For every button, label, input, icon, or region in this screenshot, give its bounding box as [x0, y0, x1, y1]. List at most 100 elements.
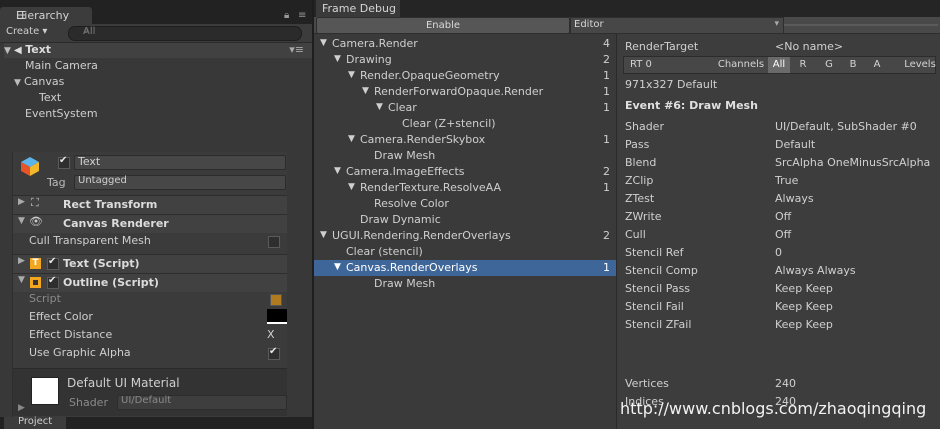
- scene-row[interactable]: ▼ ◀ Text ▾≡: [4, 43, 312, 58]
- event-row[interactable]: Draw Mesh: [314, 148, 616, 164]
- hierarchy-item-text[interactable]: Text: [39, 91, 61, 104]
- expand-arrow-icon[interactable]: ▼: [376, 102, 383, 112]
- hierarchy-tree: ▼ ◀ Text ▾≡ Main Camera ▼ Canvas Text Even…: [0, 43, 312, 129]
- hierarchy-item-main-camera[interactable]: Main Camera: [25, 59, 98, 72]
- rect-transform-icon: ⛶: [31, 196, 39, 209]
- expand-arrow-icon[interactable]: ▼: [334, 262, 341, 272]
- hierarchy-item-eventsystem[interactable]: EventSystem: [25, 107, 98, 120]
- active-checkbox[interactable]: [58, 155, 70, 169]
- foldout-arrow-icon[interactable]: ▼: [18, 216, 25, 226]
- event-row[interactable]: ▼ UGUI.Rendering.RenderOverlays 2: [314, 228, 616, 244]
- effect-color-swatch[interactable]: [267, 309, 287, 324]
- event-row[interactable]: Draw Dynamic: [314, 212, 616, 228]
- event-row[interactable]: Clear (stencil): [314, 244, 616, 260]
- property-value: Default: [775, 138, 816, 151]
- event-count: 4: [603, 37, 610, 50]
- event-limit-slider[interactable]: [784, 24, 938, 26]
- event-row[interactable]: Draw Mesh: [314, 276, 616, 292]
- event-name: Clear: [388, 101, 417, 114]
- property-label: Stencil Ref: [625, 246, 684, 259]
- canvas-renderer-header[interactable]: ▼ 👁︎ Canvas Renderer: [13, 214, 287, 233]
- event-count: 1: [603, 69, 610, 82]
- property-value: Always: [775, 192, 814, 205]
- outline-script-enabled-checkbox[interactable]: [47, 275, 59, 289]
- hierarchy-search-input[interactable]: ⌕ All: [68, 26, 302, 41]
- event-row[interactable]: ▼ Clear 1: [314, 100, 616, 116]
- property-label: ZTest: [625, 192, 655, 205]
- canvas-renderer-title: Canvas Renderer: [63, 217, 169, 230]
- channel-all-button[interactable]: All: [768, 57, 790, 73]
- object-name-field[interactable]: Text: [74, 155, 286, 170]
- event-row[interactable]: ▼ RenderForwardOpaque.Render 1: [314, 84, 616, 100]
- expand-arrow-icon[interactable]: ▼: [348, 70, 355, 80]
- rt-index-dropdown[interactable]: RT 0: [630, 57, 670, 73]
- foldout-arrow-icon[interactable]: ▼: [18, 275, 25, 285]
- channel-r-button[interactable]: R: [792, 57, 814, 73]
- expand-arrow-icon[interactable]: ▼: [334, 54, 341, 64]
- event-row[interactable]: Resolve Color: [314, 196, 616, 212]
- text-script-title: Text (Script): [63, 257, 140, 270]
- eye-icon: 👁︎: [29, 215, 43, 228]
- event-row[interactable]: ▼ Drawing 2: [314, 52, 616, 68]
- menu-icon[interactable]: ≡: [298, 10, 306, 21]
- property-value: True: [775, 174, 799, 187]
- script-asset-icon[interactable]: [270, 294, 282, 306]
- shader-dropdown[interactable]: UI/Default: [117, 395, 287, 410]
- hierarchy-item-canvas[interactable]: ▼ Canvas: [14, 75, 64, 88]
- script-component-icon: [30, 277, 41, 288]
- use-graphic-alpha-checkbox[interactable]: [268, 346, 280, 360]
- levels-label: Levels: [904, 59, 936, 70]
- event-name: Draw Mesh: [374, 149, 436, 162]
- expand-arrow-icon[interactable]: ▼: [14, 78, 24, 88]
- event-tree: ▼ Camera.Render 4 ▼ Drawing 2 ▼ Render.OpaqueGe…: [314, 34, 616, 429]
- channel-g-button[interactable]: G: [818, 57, 840, 73]
- gameobject-cube-icon: [19, 155, 41, 177]
- event-name: Camera.Render: [332, 37, 418, 50]
- scene-menu-icon[interactable]: ▾≡: [289, 43, 304, 56]
- foldout-arrow-icon[interactable]: ▶: [18, 403, 25, 413]
- event-name: Render.OpaqueGeometry: [360, 69, 500, 82]
- property-value: SrcAlpha OneMinusSrcAlpha: [775, 156, 931, 169]
- event-row[interactable]: ▼ Camera.ImageEffects 2: [314, 164, 616, 180]
- expand-arrow-icon[interactable]: ▼: [4, 46, 14, 56]
- channels-label: Channels: [717, 59, 765, 70]
- event-count: 1: [603, 261, 610, 274]
- event-count: 1: [603, 133, 610, 146]
- foldout-arrow-icon[interactable]: ▶: [18, 197, 25, 207]
- watermark-text: http://www.cnblogs.com/zhaoqingqing: [620, 399, 927, 418]
- frame-debug-tab[interactable]: Frame Debug: [316, 0, 400, 17]
- event-row[interactable]: ▼ Render.OpaqueGeometry 1: [314, 68, 616, 84]
- foldout-arrow-icon[interactable]: ▶: [18, 256, 25, 266]
- hierarchy-tab[interactable]: ☰ Hierarchy: [0, 7, 92, 24]
- event-row[interactable]: ▼ Camera.Render 4: [314, 36, 616, 52]
- rect-transform-header[interactable]: ▶ ⛶ Rect Transform: [13, 195, 287, 214]
- channel-a-button[interactable]: A: [866, 57, 888, 73]
- event-row[interactable]: Clear (Z+stencil): [314, 116, 616, 132]
- frame-debug-tab-bar: Frame Debug: [314, 0, 940, 17]
- channel-b-button[interactable]: B: [842, 57, 864, 73]
- expand-arrow-icon[interactable]: ▼: [348, 182, 355, 192]
- event-row[interactable]: ▼ RenderTexture.ResolveAA 1: [314, 180, 616, 196]
- property-value: Always Always: [775, 264, 856, 277]
- expand-arrow-icon[interactable]: ▼: [320, 38, 327, 48]
- event-name: Clear (Z+stencil): [402, 117, 496, 130]
- property-label: Shader: [625, 120, 664, 133]
- property-value: Off: [775, 210, 792, 223]
- enable-button[interactable]: Enable: [316, 17, 570, 34]
- text-script-header[interactable]: ▶ T Text (Script): [13, 254, 287, 273]
- lock-icon[interactable]: 🔒︎: [284, 10, 289, 21]
- target-dropdown[interactable]: Editor ▾: [570, 17, 784, 34]
- expand-arrow-icon[interactable]: ▼: [362, 86, 369, 96]
- cull-transparent-mesh-label: Cull Transparent Mesh: [29, 234, 151, 247]
- cull-transparent-mesh-checkbox[interactable]: [268, 236, 280, 248]
- event-row[interactable]: ▼ Canvas.RenderOverlays 1: [314, 260, 616, 276]
- scene-name: Text: [25, 43, 52, 56]
- outline-script-header[interactable]: ▼ Outline (Script): [13, 273, 287, 292]
- tag-dropdown[interactable]: Untagged: [74, 175, 286, 190]
- create-dropdown[interactable]: Create ▾: [6, 26, 47, 37]
- text-script-enabled-checkbox[interactable]: [47, 256, 59, 270]
- event-row[interactable]: ▼ Camera.RenderSkybox 1: [314, 132, 616, 148]
- expand-arrow-icon[interactable]: ▼: [320, 230, 327, 240]
- expand-arrow-icon[interactable]: ▼: [348, 134, 355, 144]
- expand-arrow-icon[interactable]: ▼: [334, 166, 341, 176]
